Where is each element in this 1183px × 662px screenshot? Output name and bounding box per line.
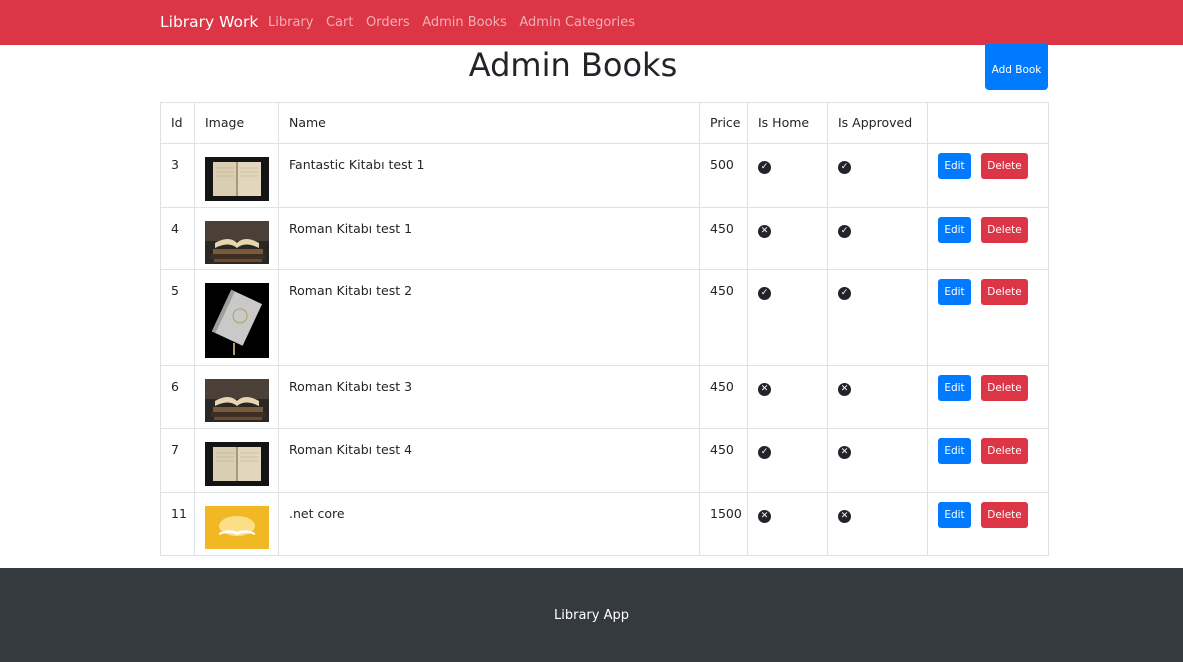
delete-button[interactable]: Delete: [981, 153, 1028, 179]
cell-image: [194, 365, 279, 429]
books-table: Id Image Name Price Is Home Is Approved …: [160, 102, 1049, 556]
cell-name: Fantastic Kitabı test 1: [278, 143, 700, 208]
cell-is-home: ✕: [747, 492, 828, 556]
edit-button[interactable]: Edit: [938, 375, 971, 401]
times-circle-icon: ✕: [838, 510, 851, 523]
book-cover-image: [205, 283, 269, 361]
cell-image: [194, 428, 279, 493]
add-book-button[interactable]: Add Book: [985, 44, 1048, 90]
cell-id: 4: [160, 207, 195, 270]
table-row: 7 Roman Kitabı test 4 450 ✓ ✕ Edit Delete: [160, 428, 1049, 493]
check-circle-icon: ✓: [758, 287, 771, 300]
cell-image: [194, 492, 279, 556]
cell-actions: Edit Delete: [927, 428, 1049, 493]
nav-link-library[interactable]: Library: [268, 15, 313, 30]
column-header-id: Id: [160, 102, 195, 144]
column-header-name: Name: [278, 102, 700, 144]
cell-is-approved: ✓: [827, 269, 928, 366]
cell-price: 450: [699, 269, 748, 366]
book-cover-image: [205, 157, 269, 204]
book-cover-image: [205, 442, 269, 489]
column-header-actions: [927, 102, 1049, 144]
table-row: 5 Roman Kitabı test 2 450 ✓ ✓ Edit Delete: [160, 269, 1049, 366]
edit-button[interactable]: Edit: [938, 153, 971, 179]
check-circle-icon: ✓: [838, 287, 851, 300]
cell-actions: Edit Delete: [927, 143, 1049, 208]
nav-link-orders[interactable]: Orders: [366, 15, 410, 30]
nav-link-admin-books[interactable]: Admin Books: [422, 15, 507, 30]
table-row: 6 Roman Kitabı test 3 450 ✕ ✕ Edit Delete: [160, 365, 1049, 429]
nav-link-admin-categories[interactable]: Admin Categories: [519, 15, 635, 30]
cell-is-approved: ✕: [827, 492, 928, 556]
column-header-is-home: Is Home: [747, 102, 828, 144]
cell-name: Roman Kitabı test 4: [278, 428, 700, 493]
delete-button[interactable]: Delete: [981, 438, 1028, 464]
cell-actions: Edit Delete: [927, 492, 1049, 556]
check-circle-icon: ✓: [758, 161, 771, 174]
book-cover-image: [205, 506, 269, 552]
column-header-image: Image: [194, 102, 279, 144]
page-title: Admin Books: [468, 46, 678, 84]
column-header-price: Price: [699, 102, 748, 144]
cell-is-approved: ✓: [827, 143, 928, 208]
cell-is-home: ✓: [747, 143, 828, 208]
cell-is-home: ✓: [747, 428, 828, 493]
delete-button[interactable]: Delete: [981, 279, 1028, 305]
cell-price: 1500: [699, 492, 748, 556]
cell-id: 6: [160, 365, 195, 429]
cell-price: 500: [699, 143, 748, 208]
cell-image: [194, 269, 279, 366]
cell-name: Roman Kitabı test 2: [278, 269, 700, 366]
cell-is-approved: ✕: [827, 365, 928, 429]
check-circle-icon: ✓: [758, 446, 771, 459]
edit-button[interactable]: Edit: [938, 502, 971, 528]
cell-image: [194, 143, 279, 208]
footer: Library App: [0, 568, 1183, 662]
table-row: 11 .net core 1500 ✕ ✕ Edit Delete: [160, 492, 1049, 556]
brand-link[interactable]: Library Work: [160, 13, 258, 31]
table-row: 3 Fantastic Kitabı test 1 500 ✓ ✓ Edit Delete: [160, 143, 1049, 208]
delete-button[interactable]: Delete: [981, 217, 1028, 243]
edit-button[interactable]: Edit: [938, 217, 971, 243]
cell-price: 450: [699, 207, 748, 270]
check-circle-icon: ✓: [838, 161, 851, 174]
cell-is-home: ✕: [747, 365, 828, 429]
table-row: 4 Roman Kitabı test 1 450 ✕ ✓ Edit Delete: [160, 207, 1049, 270]
table-header-row: Id Image Name Price Is Home Is Approved: [160, 102, 1049, 144]
cell-is-approved: ✓: [827, 207, 928, 270]
cell-is-approved: ✕: [827, 428, 928, 493]
times-circle-icon: ✕: [838, 446, 851, 459]
times-circle-icon: ✕: [758, 383, 771, 396]
edit-button[interactable]: Edit: [938, 279, 971, 305]
times-circle-icon: ✕: [758, 510, 771, 523]
cell-name: Roman Kitabı test 1: [278, 207, 700, 270]
nav-links: Library Cart Orders Admin Books Admin Ca…: [268, 15, 648, 30]
check-circle-icon: ✓: [838, 225, 851, 238]
cell-id: 3: [160, 143, 195, 208]
times-circle-icon: ✕: [838, 383, 851, 396]
cell-price: 450: [699, 428, 748, 493]
book-cover-image: [205, 221, 269, 267]
top-navbar: Library Work Library Cart Orders Admin B…: [0, 0, 1183, 45]
delete-button[interactable]: Delete: [981, 502, 1028, 528]
cell-id: 5: [160, 269, 195, 366]
cell-price: 450: [699, 365, 748, 429]
cell-id: 7: [160, 428, 195, 493]
cell-name: .net core: [278, 492, 700, 556]
nav-link-cart[interactable]: Cart: [326, 15, 354, 30]
delete-button[interactable]: Delete: [981, 375, 1028, 401]
footer-text: Library App: [554, 608, 629, 623]
cell-actions: Edit Delete: [927, 207, 1049, 270]
times-circle-icon: ✕: [758, 225, 771, 238]
cell-actions: Edit Delete: [927, 269, 1049, 366]
edit-button[interactable]: Edit: [938, 438, 971, 464]
book-cover-image: [205, 379, 269, 425]
cell-is-home: ✕: [747, 207, 828, 270]
column-header-is-approved: Is Approved: [827, 102, 928, 144]
cell-image: [194, 207, 279, 270]
cell-name: Roman Kitabı test 3: [278, 365, 700, 429]
cell-actions: Edit Delete: [927, 365, 1049, 429]
cell-is-home: ✓: [747, 269, 828, 366]
cell-id: 11: [160, 492, 195, 556]
